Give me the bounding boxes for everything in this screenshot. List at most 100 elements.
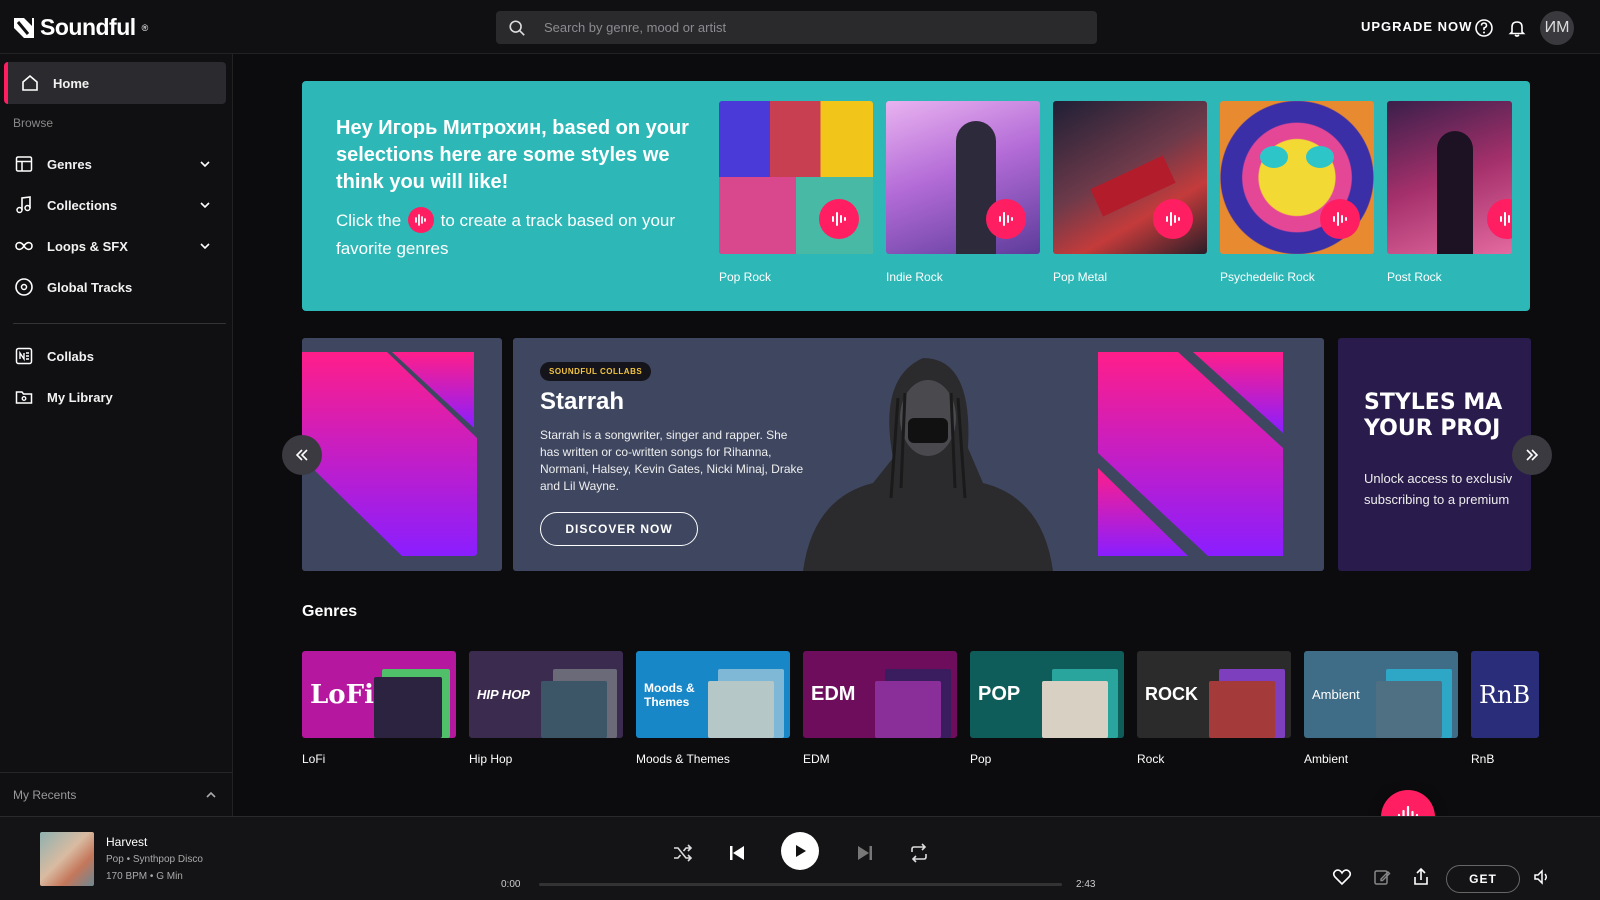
genre-art: ROCK — [1137, 651, 1291, 738]
carousel-slide-previous[interactable] — [302, 338, 502, 571]
style-card-indie-rock[interactable]: Indie Rock — [886, 101, 1040, 284]
genre-name: Ambient — [1304, 752, 1349, 766]
style-name: Post Rock — [1387, 270, 1442, 284]
progress-bar[interactable] — [539, 883, 1062, 886]
carousel-slide-next[interactable]: STYLES MA YOUR PROJ Unlock access to exc… — [1338, 338, 1531, 571]
generate-track-button[interactable] — [1153, 199, 1193, 239]
generate-track-button[interactable] — [819, 199, 859, 239]
repeat-icon[interactable] — [907, 841, 931, 865]
genre-art: Moods & Themes — [636, 651, 790, 738]
genre-art: LoFi — [302, 651, 456, 738]
soundful-s-graphic — [302, 352, 477, 556]
sidebar-item-collabs[interactable]: Collabs — [0, 335, 233, 377]
home-icon — [22, 74, 38, 91]
genre-card-rock[interactable]: ROCK Rock — [1137, 651, 1291, 766]
style-card-pop-rock[interactable]: Pop Rock — [719, 101, 873, 284]
bell-icon[interactable] — [1507, 18, 1527, 38]
time-current: 0:00 — [501, 879, 521, 890]
soundwave-icon — [1500, 212, 1510, 226]
app-name: Soundful — [40, 14, 136, 40]
chevron-down-icon[interactable] — [199, 158, 211, 170]
recommendation-banner: Hey Игорь Митрохин, based on your select… — [302, 81, 1530, 311]
genre-art-label: ROCK — [1145, 684, 1198, 704]
skip-previous-icon[interactable] — [725, 841, 749, 865]
genre-art-label: Moods & Themes — [644, 680, 695, 709]
sidebar-item-genres[interactable]: Genres — [0, 143, 233, 185]
trademark: ® — [141, 22, 149, 33]
soundwave-icon — [407, 206, 434, 233]
track-title[interactable]: Harvest — [106, 835, 147, 849]
sidebar-divider — [13, 323, 226, 324]
volume-icon[interactable] — [1532, 867, 1552, 887]
genre-art-label: LoFi — [310, 679, 374, 710]
soundful-s-graphic — [1098, 352, 1283, 556]
top-bar: Soundful ® UPGRADE NOW ИМ — [0, 0, 1600, 54]
genre-card-hip-hop[interactable]: HIP HOP Hip Hop — [469, 651, 623, 766]
genre-name: Moods & Themes — [636, 752, 730, 766]
skip-next-icon[interactable] — [853, 841, 877, 865]
carousel-prev-button[interactable] — [282, 435, 322, 475]
chevron-down-icon[interactable] — [199, 199, 211, 211]
help-icon[interactable] — [1474, 18, 1494, 38]
style-art — [1220, 101, 1374, 254]
recommendation-title: Hey Игорь Митрохин, based on your select… — [336, 117, 689, 193]
genre-card-edm[interactable]: EDM EDM — [803, 651, 957, 766]
sidebar-item-loops-sfx[interactable]: Loops & SFX — [0, 225, 233, 267]
soundwave-icon — [1333, 212, 1347, 226]
play-button[interactable] — [781, 832, 819, 870]
promo-desc-line: subscribing to a premium — [1364, 492, 1510, 507]
sidebar-item-my-library[interactable]: My Library — [0, 376, 233, 418]
infinity-icon — [15, 241, 33, 251]
carousel-next-button[interactable] — [1512, 435, 1552, 475]
edit-icon[interactable] — [1372, 867, 1392, 887]
shuffle-icon[interactable] — [671, 841, 695, 865]
genre-name: EDM — [803, 752, 830, 766]
genre-card-ambient[interactable]: Ambient Ambient — [1304, 651, 1458, 766]
track-genre: Pop • Synthpop Disco — [106, 854, 203, 865]
get-track-button[interactable]: GET — [1446, 865, 1520, 893]
genre-card-rnb[interactable]: RnB RnB — [1471, 651, 1539, 766]
library-icon — [15, 391, 33, 404]
promo-description: Unlock access to exclusiv subscribing to… — [1364, 468, 1531, 510]
genre-card-pop[interactable]: POP Pop — [970, 651, 1124, 766]
genre-name: RnB — [1471, 752, 1495, 766]
heart-icon[interactable] — [1332, 867, 1352, 887]
chevron-up-icon — [206, 791, 216, 798]
promo-title: STYLES MA YOUR PROJ — [1364, 390, 1531, 442]
track-cover[interactable] — [40, 832, 94, 886]
genre-art-label: EDM — [811, 683, 856, 705]
search-bar[interactable] — [496, 11, 1097, 44]
user-avatar[interactable]: ИМ — [1540, 11, 1574, 45]
generate-track-button[interactable] — [986, 199, 1026, 239]
sidebar-item-home[interactable]: Home — [4, 62, 226, 104]
sidebar-item-label: Global Tracks — [47, 279, 133, 295]
style-card-post-rock[interactable]: Post Rock — [1387, 101, 1512, 284]
upgrade-now-button[interactable]: UPGRADE NOW — [1361, 19, 1472, 34]
style-name: Psychedelic Rock — [1220, 270, 1315, 284]
generate-track-button[interactable] — [1320, 199, 1360, 239]
share-icon[interactable] — [1411, 867, 1431, 887]
genre-card-moods-themes[interactable]: Moods & Themes Moods & Themes — [636, 651, 790, 766]
soundful-logo[interactable]: Soundful ® — [12, 14, 148, 41]
my-recents-toggle[interactable]: My Recents — [0, 772, 233, 816]
discover-now-button[interactable]: DISCOVER NOW — [540, 512, 698, 546]
sidebar-item-global-tracks[interactable]: Global Tracks — [0, 266, 233, 308]
double-chevron-left-icon — [295, 449, 308, 461]
generate-track-button[interactable] — [1487, 199, 1512, 239]
search-input[interactable] — [544, 20, 1064, 35]
style-card-psychedelic-rock[interactable]: Psychedelic Rock — [1220, 101, 1374, 284]
chevron-down-icon[interactable] — [199, 240, 211, 252]
style-art — [886, 101, 1040, 254]
style-card-pop-metal[interactable]: Pop Metal — [1053, 101, 1207, 284]
sidebar-item-label: Collections — [47, 197, 118, 213]
sidebar-item-label: My Library — [47, 389, 113, 405]
genre-card-lofi[interactable]: LoFi LoFi — [302, 651, 456, 766]
style-art — [719, 101, 873, 254]
soundwave-icon — [999, 212, 1013, 226]
disc-icon — [15, 278, 33, 296]
promo-title-line: YOUR PROJ — [1364, 416, 1501, 441]
promo-title-line: STYLES MA — [1364, 390, 1503, 415]
sidebar-item-label: Loops & SFX — [47, 238, 128, 254]
track-bpm-key: 170 BPM • G Min — [106, 871, 183, 882]
sidebar-item-collections[interactable]: Collections — [0, 184, 233, 226]
